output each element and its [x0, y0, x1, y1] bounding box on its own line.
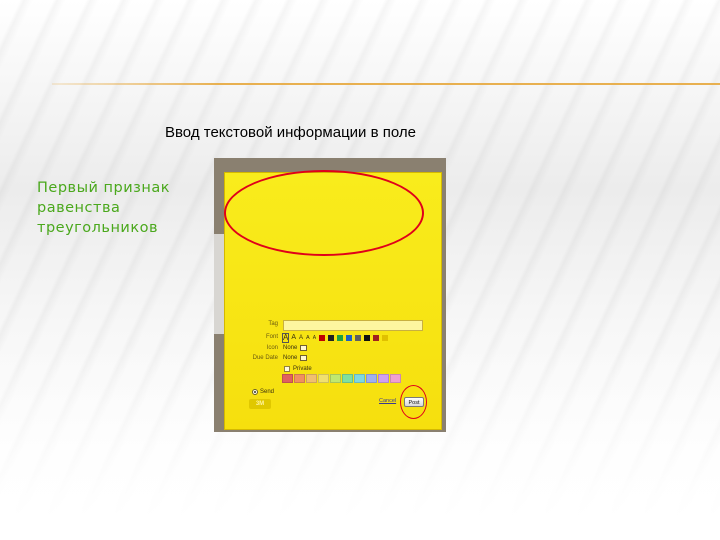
calendar-icon[interactable] — [300, 355, 307, 361]
private-label: Private — [293, 366, 312, 372]
note-color-swatch[interactable] — [306, 374, 317, 383]
note-color-swatch[interactable] — [294, 374, 305, 383]
highlight-circle-text — [224, 170, 424, 256]
font-size-option[interactable]: A — [281, 333, 290, 343]
note-text-field[interactable]: Первый признак равенства треугольников — [37, 178, 197, 238]
font-size-option[interactable]: A — [299, 334, 303, 342]
send-radio[interactable] — [252, 389, 258, 395]
font-size-option[interactable]: A — [291, 334, 296, 342]
private-checkbox[interactable] — [284, 366, 290, 372]
note-color-swatch[interactable] — [366, 374, 377, 383]
due-date-value[interactable]: None — [283, 355, 297, 361]
due-date-label: Due Date — [252, 355, 278, 361]
font-color-swatch[interactable] — [373, 335, 380, 341]
note-color-swatch[interactable] — [342, 374, 353, 383]
font-options: A A A A A — [281, 333, 389, 343]
font-size-option[interactable]: A — [313, 334, 316, 342]
note-color-palette — [282, 374, 401, 383]
icon-label: Icon — [266, 345, 278, 351]
font-color-swatch[interactable] — [364, 335, 371, 341]
font-color-swatch[interactable] — [319, 335, 326, 341]
note-color-swatch[interactable] — [330, 374, 341, 383]
font-label: Font — [265, 334, 278, 340]
app-logo: 3M — [249, 399, 271, 409]
font-color-swatch[interactable] — [355, 335, 362, 341]
note-color-swatch[interactable] — [318, 374, 329, 383]
font-color-swatch[interactable] — [346, 335, 353, 341]
note-color-swatch[interactable] — [378, 374, 389, 383]
icon-picker-icon[interactable] — [300, 345, 307, 351]
note-color-swatch[interactable] — [354, 374, 365, 383]
font-color-swatch[interactable] — [337, 335, 344, 341]
note-color-swatch[interactable] — [390, 374, 401, 383]
font-color-swatch[interactable] — [382, 335, 389, 341]
slide-caption: Ввод текстовой информации в поле — [165, 124, 416, 141]
cancel-link[interactable]: Cancel — [379, 398, 396, 404]
font-color-swatch[interactable] — [328, 335, 335, 341]
icon-value[interactable]: None — [283, 345, 297, 351]
send-label: Send — [260, 389, 275, 395]
highlight-circle-button — [400, 385, 427, 419]
tag-label: Tag — [268, 321, 278, 327]
font-size-option[interactable]: A — [306, 334, 310, 342]
title-rule — [52, 83, 720, 85]
tag-input[interactable] — [283, 320, 423, 331]
note-color-swatch[interactable] — [282, 374, 293, 383]
